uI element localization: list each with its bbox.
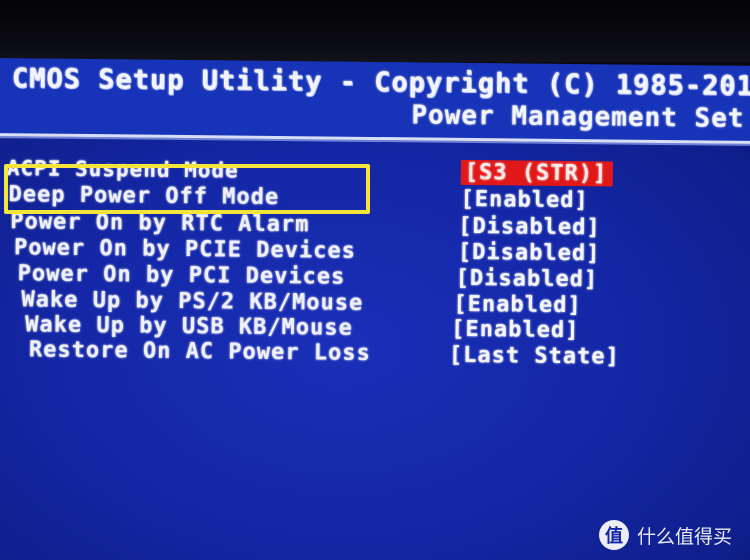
setting-value-power-on-rtc-alarm[interactable]: [Disabled] xyxy=(458,214,601,240)
setting-value-acpi-suspend-mode[interactable]: [S3 (STR)] xyxy=(460,159,614,187)
setting-label-restore-ac-power-loss[interactable]: Restore On AC Power Loss xyxy=(29,337,371,366)
setting-label-wake-up-ps2[interactable]: Wake Up by PS/2 KB/Mouse xyxy=(21,287,363,316)
setting-value-power-on-pcie-devices[interactable]: [Disabled] xyxy=(458,240,601,266)
bios-screen: CMOS Setup Utility - Copyright (C) 1985-… xyxy=(0,58,750,560)
watermark-text: 什么值得买 xyxy=(636,526,732,548)
bios-photo: CMOS Setup Utility - Copyright (C) 1985-… xyxy=(0,0,750,560)
setting-value-deep-power-off-mode[interactable]: [Enabled] xyxy=(460,187,588,213)
setting-value-wake-up-ps2[interactable]: [Enabled] xyxy=(453,292,581,318)
setting-value-power-on-pci-devices[interactable]: [Disabled] xyxy=(456,266,599,292)
watermark-logo-icon: 值 xyxy=(598,520,629,550)
setting-value-restore-ac-power-loss[interactable]: [Last State] xyxy=(449,343,620,370)
setting-label-power-on-pci-devices[interactable]: Power On by PCI Devices xyxy=(18,261,346,289)
setting-value-wake-up-usb[interactable]: [Enabled] xyxy=(451,317,579,343)
bios-title: CMOS Setup Utility - Copyright (C) 1985-… xyxy=(11,63,750,103)
watermark: 值 什么值得买 xyxy=(598,520,732,550)
bios-header: CMOS Setup Utility - Copyright (C) 1985-… xyxy=(0,58,750,145)
bios-page-title: Power Management Set xyxy=(411,100,745,134)
monitor-bezel xyxy=(0,0,750,62)
setting-label-wake-up-usb[interactable]: Wake Up by USB KB/Mouse xyxy=(25,312,353,340)
setting-label-power-on-pcie-devices[interactable]: Power On by PCIE Devices xyxy=(14,235,356,264)
annotation-highlight-box xyxy=(4,164,370,214)
